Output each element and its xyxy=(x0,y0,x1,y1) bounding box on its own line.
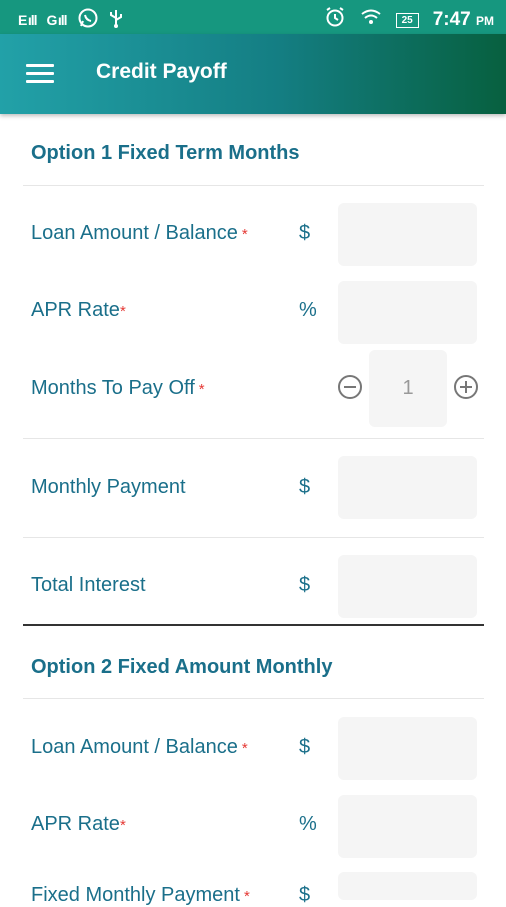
wifi-icon xyxy=(360,8,382,32)
option2-fixed-payment-input[interactable] xyxy=(338,872,477,900)
hamburger-menu-icon[interactable] xyxy=(26,64,54,84)
divider xyxy=(23,698,484,699)
section-divider xyxy=(23,624,484,626)
option1-title: Option 1 Fixed Term Months xyxy=(31,142,300,164)
divider xyxy=(23,537,484,538)
status-bar-left: Eıll Gıll xyxy=(18,7,123,32)
clock-time: 7:47 xyxy=(432,9,471,30)
label-text: Fixed Monthly Payment xyxy=(31,884,240,906)
option2-apr-input[interactable] xyxy=(338,795,477,858)
option2-fixed-payment-label: Fixed Monthly Payment * xyxy=(31,884,250,907)
option1-total-interest-output xyxy=(338,555,477,618)
divider xyxy=(23,438,484,439)
option1-apr-label: APR Rate* xyxy=(31,299,126,322)
network-type-1: E xyxy=(18,11,28,28)
required-marker: * xyxy=(241,740,248,757)
option1-monthly-payment-unit: $ xyxy=(299,476,311,498)
option2-apr-label: APR Rate* xyxy=(31,813,126,836)
status-bar: Eıll Gıll 25 7:47 PM xyxy=(0,0,506,34)
app-bar: Credit Payoff xyxy=(0,34,506,114)
option1-monthly-payment-output xyxy=(338,456,477,519)
option1-total-interest-label: Total Interest xyxy=(31,574,146,596)
signal-strength-1-icon: Eıll xyxy=(18,11,37,28)
required-marker: * xyxy=(119,817,126,834)
option1-apr-unit: % xyxy=(299,299,317,321)
option1-monthly-payment-label: Monthly Payment xyxy=(31,476,186,498)
battery-icon: 25 xyxy=(395,12,419,28)
label-text: Loan Amount / Balance xyxy=(31,736,238,758)
option2-apr-unit: % xyxy=(299,813,317,835)
required-marker: * xyxy=(241,226,248,243)
clock-ampm: PM xyxy=(476,14,494,28)
status-bar-right: 25 7:47 PM xyxy=(324,6,494,34)
app-title: Credit Payoff xyxy=(96,60,227,83)
option1-months-input[interactable]: 1 xyxy=(369,350,447,427)
divider xyxy=(23,185,484,186)
required-marker: * xyxy=(119,303,126,320)
clock: 7:47 PM xyxy=(433,9,494,31)
whatsapp-icon xyxy=(77,7,99,32)
option1-total-interest-unit: $ xyxy=(299,574,311,596)
label-text: APR Rate xyxy=(31,299,120,321)
option2-loan-amount-label: Loan Amount / Balance * xyxy=(31,736,248,759)
label-text: APR Rate xyxy=(31,813,120,835)
increment-plus-icon[interactable] xyxy=(454,375,478,399)
option1-loan-amount-label: Loan Amount / Balance * xyxy=(31,222,248,245)
option2-loan-amount-unit: $ xyxy=(299,736,311,758)
option1-apr-input[interactable] xyxy=(338,281,477,344)
required-marker: * xyxy=(198,381,205,398)
required-marker: * xyxy=(243,888,250,905)
usb-icon xyxy=(109,8,123,31)
option2-title: Option 2 Fixed Amount Monthly xyxy=(31,656,333,678)
network-type-2: G xyxy=(46,11,58,28)
signal-strength-2-icon: Gıll xyxy=(46,11,68,28)
option1-loan-amount-input[interactable] xyxy=(338,203,477,266)
decrement-minus-icon[interactable] xyxy=(338,375,362,399)
alarm-icon xyxy=(324,6,346,34)
option1-months-label: Months To Pay Off * xyxy=(31,377,205,400)
option1-loan-amount-unit: $ xyxy=(299,222,311,244)
label-text: Loan Amount / Balance xyxy=(31,222,238,244)
option2-loan-amount-input[interactable] xyxy=(338,717,477,780)
label-text: Months To Pay Off xyxy=(31,377,195,399)
option2-fixed-payment-unit: $ xyxy=(299,884,311,906)
